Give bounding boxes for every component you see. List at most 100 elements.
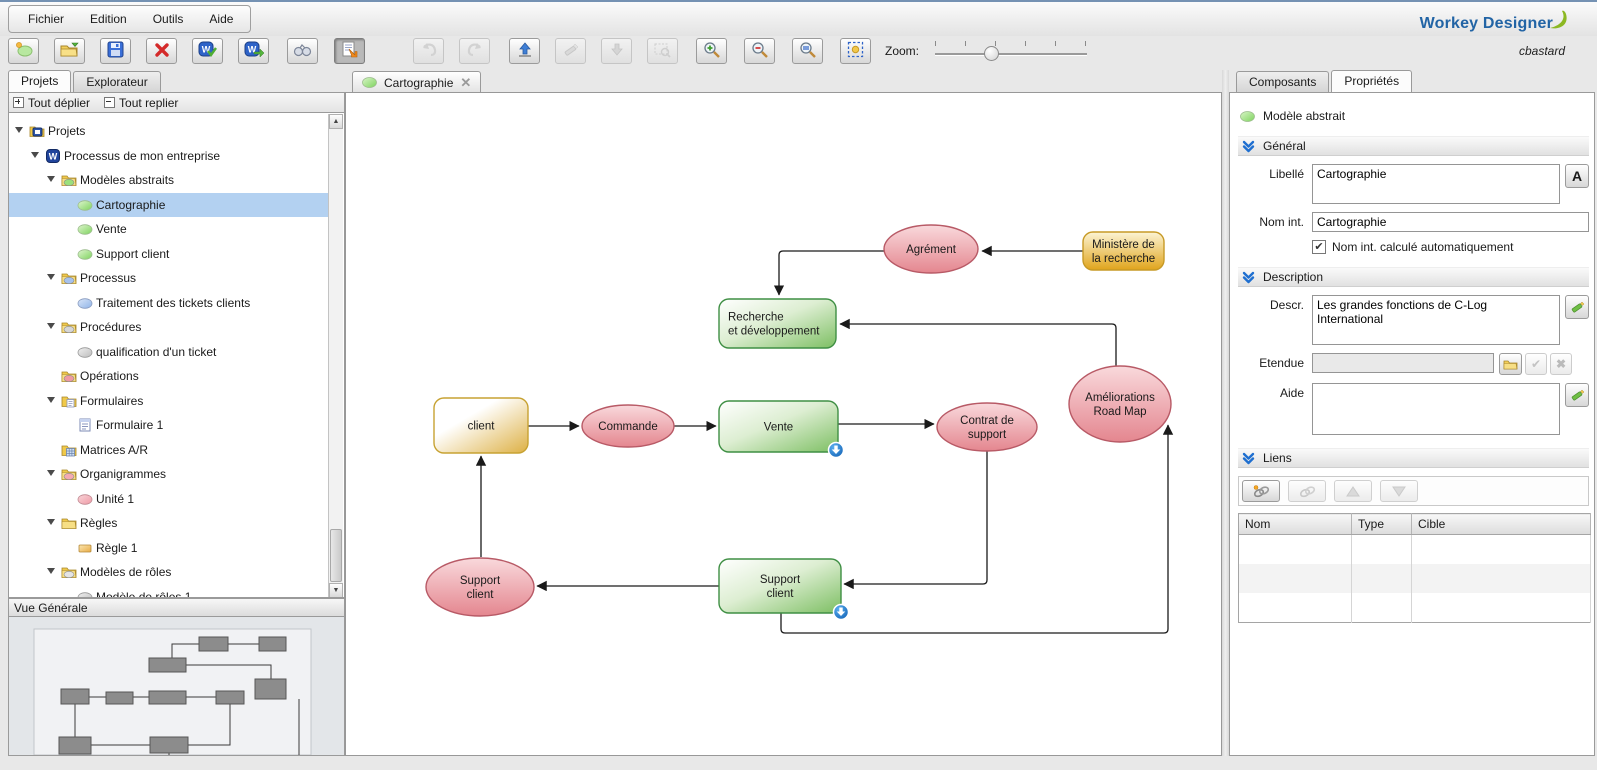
tree-scrollbar[interactable]: ▲ ▼ — [328, 114, 343, 598]
auto-name-checkbox[interactable]: ✔ — [1312, 240, 1326, 254]
zoom-fit-button[interactable] — [840, 38, 871, 64]
expand-arrow-icon[interactable] — [47, 397, 55, 403]
menu-fichier[interactable]: Fichier — [15, 9, 77, 29]
tree-item-processus[interactable]: Processus — [9, 266, 329, 290]
tab-projets[interactable]: Projets — [8, 70, 71, 93]
tree-item-formulaire-1[interactable]: Formulaire 1 — [9, 413, 329, 437]
tree-item-formulaires[interactable]: Formulaires — [9, 389, 329, 413]
tree-item-support-client[interactable]: Support client — [9, 242, 329, 266]
tree-scrollbar-thumb[interactable] — [330, 529, 342, 582]
descr-field[interactable] — [1312, 295, 1560, 345]
menu-outils[interactable]: Outils — [140, 9, 197, 29]
tree-item-proc-dures[interactable]: Procédures — [9, 315, 329, 339]
menu-edition[interactable]: Edition — [77, 9, 140, 29]
edit-aide-button[interactable] — [1565, 383, 1589, 407]
nom-int-field[interactable] — [1312, 212, 1589, 232]
tree-item-mod-le-de-r-les-1[interactable]: Modèle de rôles 1 — [9, 585, 329, 599]
delete-button[interactable] — [146, 38, 177, 64]
tree-item-r-gle-1[interactable]: Règle 1 — [9, 536, 329, 560]
edge-contrat-to-support-client-fn[interactable] — [844, 451, 987, 584]
liens-col-nom[interactable]: Nom — [1239, 514, 1352, 535]
section-general[interactable]: Général — [1238, 136, 1589, 156]
node-agrement[interactable]: Agrément — [884, 225, 978, 273]
save-button[interactable] — [100, 38, 131, 64]
edge-ameliorations-to-recherche[interactable] — [840, 324, 1116, 366]
edit-descr-button[interactable] — [1565, 295, 1589, 319]
zoom-original-button[interactable] — [792, 38, 823, 64]
zoom-in-button[interactable] — [696, 38, 727, 64]
scroll-up-icon[interactable]: ▲ — [329, 114, 343, 129]
subprocess-badge-icon[interactable] — [829, 443, 844, 458]
menu-aide[interactable]: Aide — [196, 9, 246, 29]
tree-item-qualification-d-un-ticket[interactable]: qualification d'un ticket — [9, 340, 329, 364]
tree-item-matrices-a-r[interactable]: Matrices A/R — [9, 438, 329, 462]
tree-item-vente[interactable]: Vente — [9, 217, 329, 241]
node-support-client-fn[interactable]: Supportclient — [719, 559, 849, 620]
expand-arrow-icon[interactable] — [47, 568, 55, 574]
expand-arrow-icon[interactable] — [47, 274, 55, 280]
tree-item-r-gles[interactable]: Règles — [9, 511, 329, 535]
close-icon[interactable]: ✕ — [460, 76, 471, 89]
node-commande[interactable]: Commande — [582, 405, 674, 447]
browse-folder-button[interactable] — [1499, 353, 1522, 375]
tree-item-mod-les-abstraits[interactable]: Modèles abstraits — [9, 168, 329, 192]
move-up-level-button[interactable] — [509, 38, 540, 64]
new-model-button[interactable] — [8, 38, 39, 64]
subprocess-badge-icon[interactable] — [834, 605, 849, 620]
add-link-button[interactable] — [1242, 480, 1280, 502]
node-ministere[interactable]: Ministère dela recherche — [1083, 232, 1164, 270]
expand-arrow-icon[interactable] — [47, 176, 55, 182]
liens-col-type[interactable]: Type — [1352, 514, 1412, 535]
export-model-button[interactable]: W — [238, 38, 269, 64]
tab-cartographie[interactable]: Cartographie ✕ — [352, 71, 481, 93]
diagram-canvas[interactable]: Ministère dela recherche Agrément Recherch… — [345, 92, 1222, 756]
panel-splitter[interactable] — [1222, 70, 1229, 756]
node-contrat[interactable]: Contrat desupport — [937, 403, 1037, 451]
scroll-down-icon[interactable]: ▼ — [329, 583, 343, 598]
zoom-slider[interactable] — [935, 36, 1087, 66]
expand-arrow-icon[interactable] — [31, 152, 39, 158]
section-description-title: Description — [1263, 270, 1323, 284]
zoom-out-button[interactable] — [744, 38, 775, 64]
node-support-client-flux[interactable]: Supportclient — [426, 558, 534, 616]
node-ameliorations[interactable]: AméliorationsRoad Map — [1069, 366, 1171, 442]
tab-proprits[interactable]: Propriétés — [1331, 70, 1412, 93]
liens-table[interactable]: Nom Type Cible — [1238, 513, 1591, 623]
tree-item-processus-de-mon-entreprise[interactable]: WProcessus de mon entreprise — [9, 144, 329, 168]
move-link-up-icon — [1346, 486, 1360, 497]
expand-arrow-icon[interactable] — [47, 470, 55, 476]
tree-item-cartographie[interactable]: Cartographie — [9, 193, 329, 217]
zoom-slider-thumb[interactable] — [984, 46, 999, 61]
tree-item-unit-1[interactable]: Unité 1 — [9, 487, 329, 511]
expand-arrow-icon[interactable] — [47, 519, 55, 525]
open-project-button[interactable] — [54, 38, 85, 64]
expand-arrow-icon[interactable] — [47, 323, 55, 329]
overview-minimap[interactable] — [8, 616, 345, 756]
edge-agrement-to-recherche[interactable] — [779, 251, 884, 295]
aide-field[interactable] — [1312, 383, 1560, 435]
tree-item-mod-les-de-r-les[interactable]: Modèles de rôles — [9, 560, 329, 584]
libelle-field[interactable] — [1312, 164, 1560, 204]
check-model-button[interactable]: W — [192, 38, 223, 64]
tree-item-projets[interactable]: Projets — [9, 119, 329, 143]
font-button[interactable]: A — [1565, 164, 1589, 188]
collapse-all-button[interactable]: Tout replier — [104, 96, 178, 110]
tree-item-traitement-des-tickets-clients[interactable]: Traitement des tickets clients — [9, 291, 329, 315]
tab-composants[interactable]: Composants — [1236, 71, 1329, 93]
node-vente[interactable]: Vente — [719, 401, 844, 458]
check-model-icon: W — [198, 41, 217, 61]
node-client[interactable]: client — [434, 398, 528, 453]
expand-arrow-icon[interactable] — [15, 127, 23, 133]
tree-item-op-rations[interactable]: Opérations — [9, 364, 329, 388]
node-recherche[interactable]: Rechercheet développement — [719, 299, 836, 348]
app-title: Workey Designer — [1420, 15, 1553, 32]
tab-explorateur[interactable]: Explorateur — [73, 71, 160, 93]
liens-col-cible[interactable]: Cible — [1412, 514, 1591, 535]
report-button[interactable] — [334, 38, 365, 64]
tree-item-organigrammes[interactable]: Organigrammes — [9, 462, 329, 486]
zoom-slider-track[interactable] — [935, 53, 1087, 56]
expand-all-button[interactable]: Tout déplier — [13, 96, 90, 110]
section-liens[interactable]: Liens — [1238, 448, 1589, 468]
search-binoculars-button[interactable] — [287, 38, 318, 64]
section-description[interactable]: Description — [1238, 267, 1589, 287]
